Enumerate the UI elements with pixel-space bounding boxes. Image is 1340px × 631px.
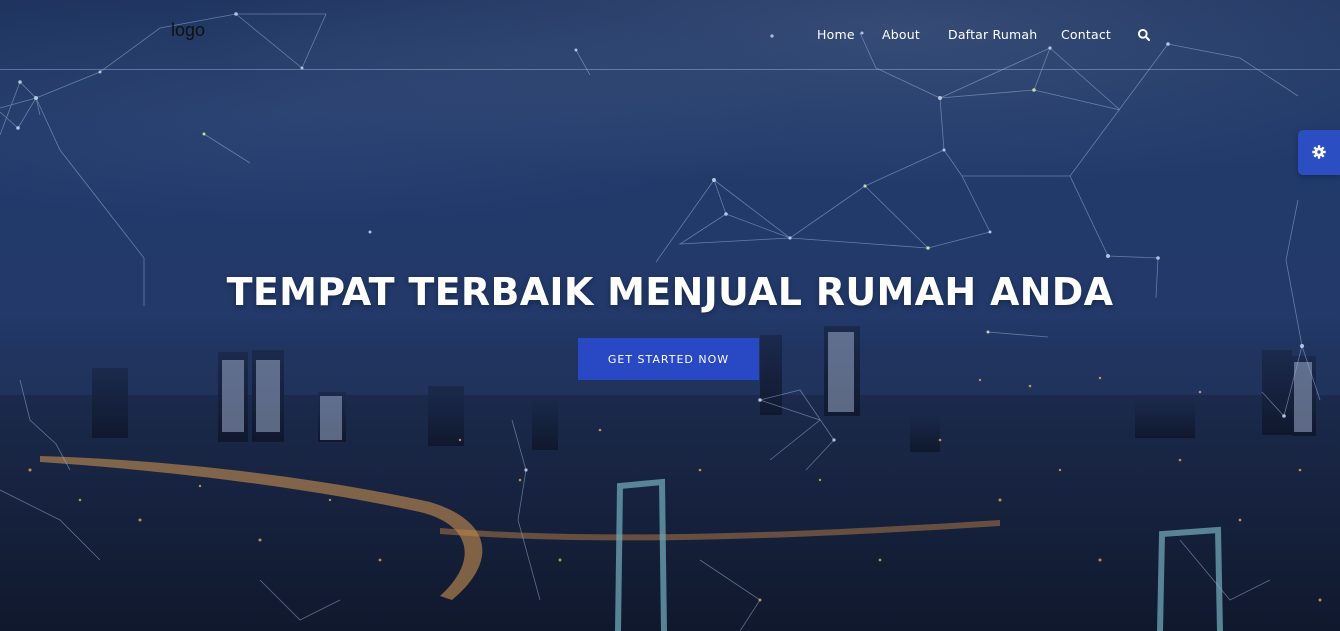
get-started-button[interactable]: GET STARTED NOW xyxy=(578,338,759,380)
nav-item-about[interactable]: About xyxy=(882,27,920,42)
nav-item-contact[interactable]: Contact xyxy=(1061,27,1111,42)
top-navbar: logo Home About Daftar Rumah Contact xyxy=(0,0,1340,70)
hero-headline: TEMPAT TERBAIK MENJUAL RUMAH ANDA xyxy=(226,270,1114,314)
nav-item-daftar-rumah[interactable]: Daftar Rumah xyxy=(948,27,1037,42)
search-icon[interactable] xyxy=(1137,28,1151,42)
settings-toggle-button[interactable] xyxy=(1298,130,1340,175)
nav-item-home[interactable]: Home xyxy=(817,27,855,42)
particle-network-overlay xyxy=(0,12,1321,631)
hero-section: logo Home About Daftar Rumah Contact TEM… xyxy=(0,0,1340,631)
gear-icon xyxy=(1312,145,1326,159)
site-logo[interactable]: logo xyxy=(171,20,205,41)
